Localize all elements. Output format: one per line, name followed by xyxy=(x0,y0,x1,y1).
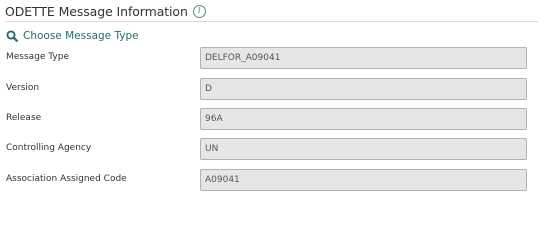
version-field[interactable] xyxy=(200,78,527,100)
search-icon xyxy=(6,30,18,42)
version-label: Version xyxy=(6,83,40,93)
association-assigned-code-row: Association Assigned Code xyxy=(0,169,539,191)
message-type-label: Message Type xyxy=(6,52,69,62)
controlling-agency-field[interactable] xyxy=(200,138,527,160)
release-field[interactable] xyxy=(200,108,527,130)
controlling-agency-label: Controlling Agency xyxy=(6,143,92,153)
message-type-field[interactable] xyxy=(200,47,527,69)
choose-message-type-link[interactable]: Choose Message Type xyxy=(6,30,139,42)
info-icon[interactable]: i xyxy=(192,4,206,18)
section-title: ODETTE Message Information xyxy=(5,3,188,19)
release-label: Release xyxy=(6,113,42,123)
release-row: Release xyxy=(0,108,539,130)
association-assigned-code-label: Association Assigned Code xyxy=(6,174,127,184)
message-type-row: Message Type xyxy=(0,47,539,69)
header-divider xyxy=(5,21,538,22)
choose-message-type-label: Choose Message Type xyxy=(23,30,139,42)
controlling-agency-row: Controlling Agency xyxy=(0,138,539,160)
association-assigned-code-field[interactable] xyxy=(200,169,527,191)
version-row: Version xyxy=(0,78,539,100)
section-header: ODETTE Message Information i xyxy=(5,2,206,20)
odette-message-information-panel: ODETTE Message Information i Choose Mess… xyxy=(0,0,539,204)
